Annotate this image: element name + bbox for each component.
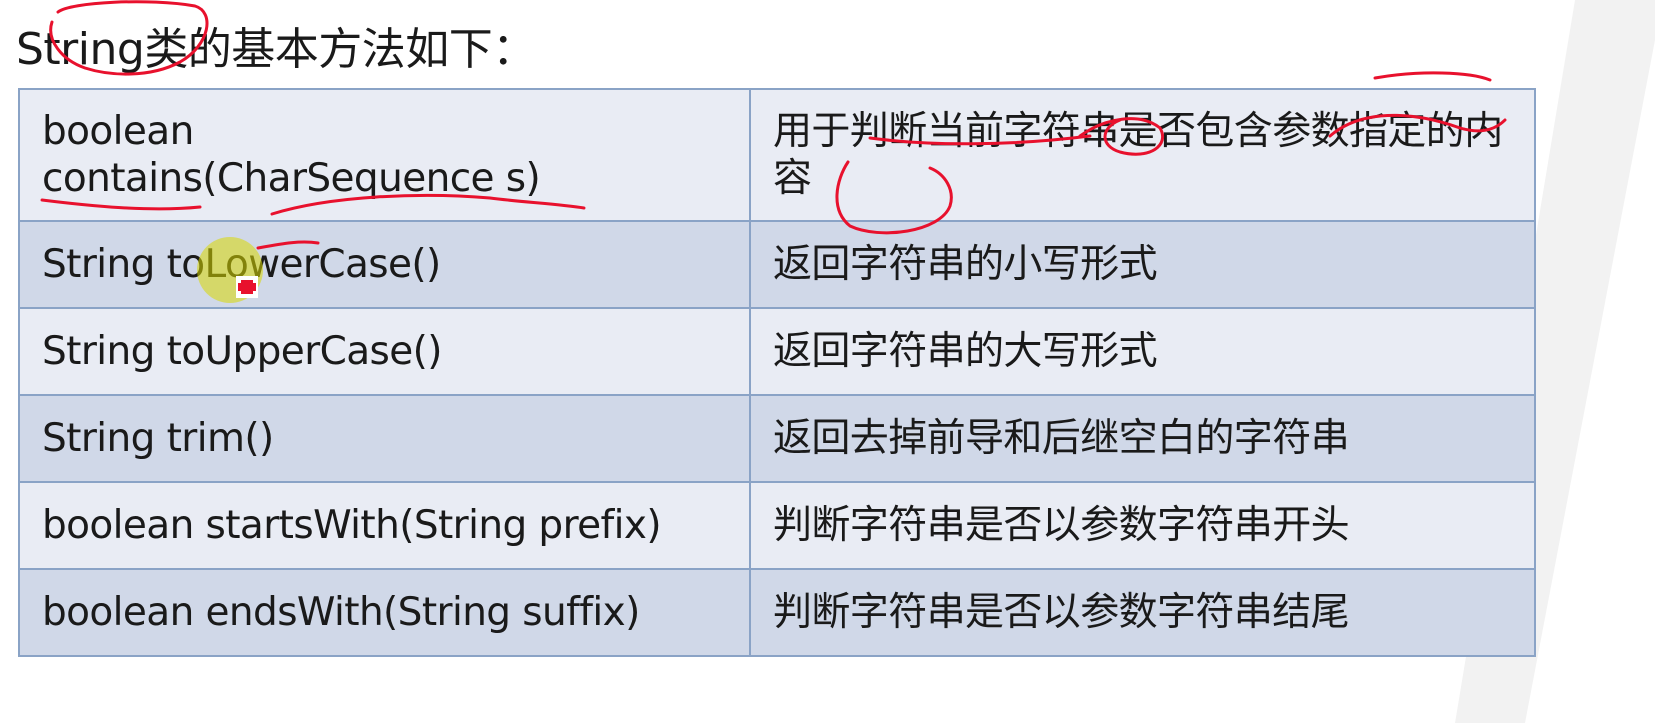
- method-signature: boolean contains(CharSequence s): [18, 88, 751, 222]
- table-row: boolean contains(CharSequence s) 用于判断当前字…: [18, 88, 1536, 222]
- string-methods-table: boolean contains(CharSequence s) 用于判断当前字…: [18, 88, 1536, 657]
- method-signature: String trim(): [18, 394, 751, 483]
- table-row: boolean startsWith(String prefix) 判断字符串是…: [18, 481, 1536, 570]
- table-row: boolean endsWith(String suffix) 判断字符串是否以…: [18, 568, 1536, 657]
- method-description: 用于判断当前字符串是否包含参数指定的内容: [749, 88, 1536, 222]
- method-signature: boolean endsWith(String suffix): [18, 568, 751, 657]
- table-row: String toLowerCase() 返回字符串的小写形式: [18, 220, 1536, 309]
- method-description: 返回字符串的大写形式: [749, 307, 1536, 396]
- slide-title: String类的基本方法如下：: [16, 24, 536, 75]
- method-signature: String toUpperCase(): [18, 307, 751, 396]
- ink-hook-top: [1373, 71, 1492, 82]
- method-description: 返回字符串的小写形式: [749, 220, 1536, 309]
- table-row: String trim() 返回去掉前导和后继空白的字符串: [18, 394, 1536, 483]
- method-description: 判断字符串是否以参数字符串开头: [749, 481, 1536, 570]
- method-signature: boolean startsWith(String prefix): [18, 481, 751, 570]
- method-description: 判断字符串是否以参数字符串结尾: [749, 568, 1536, 657]
- method-signature: String toLowerCase(): [18, 220, 751, 309]
- method-description: 返回去掉前导和后继空白的字符串: [749, 394, 1536, 483]
- table-row: String toUpperCase() 返回字符串的大写形式: [18, 307, 1536, 396]
